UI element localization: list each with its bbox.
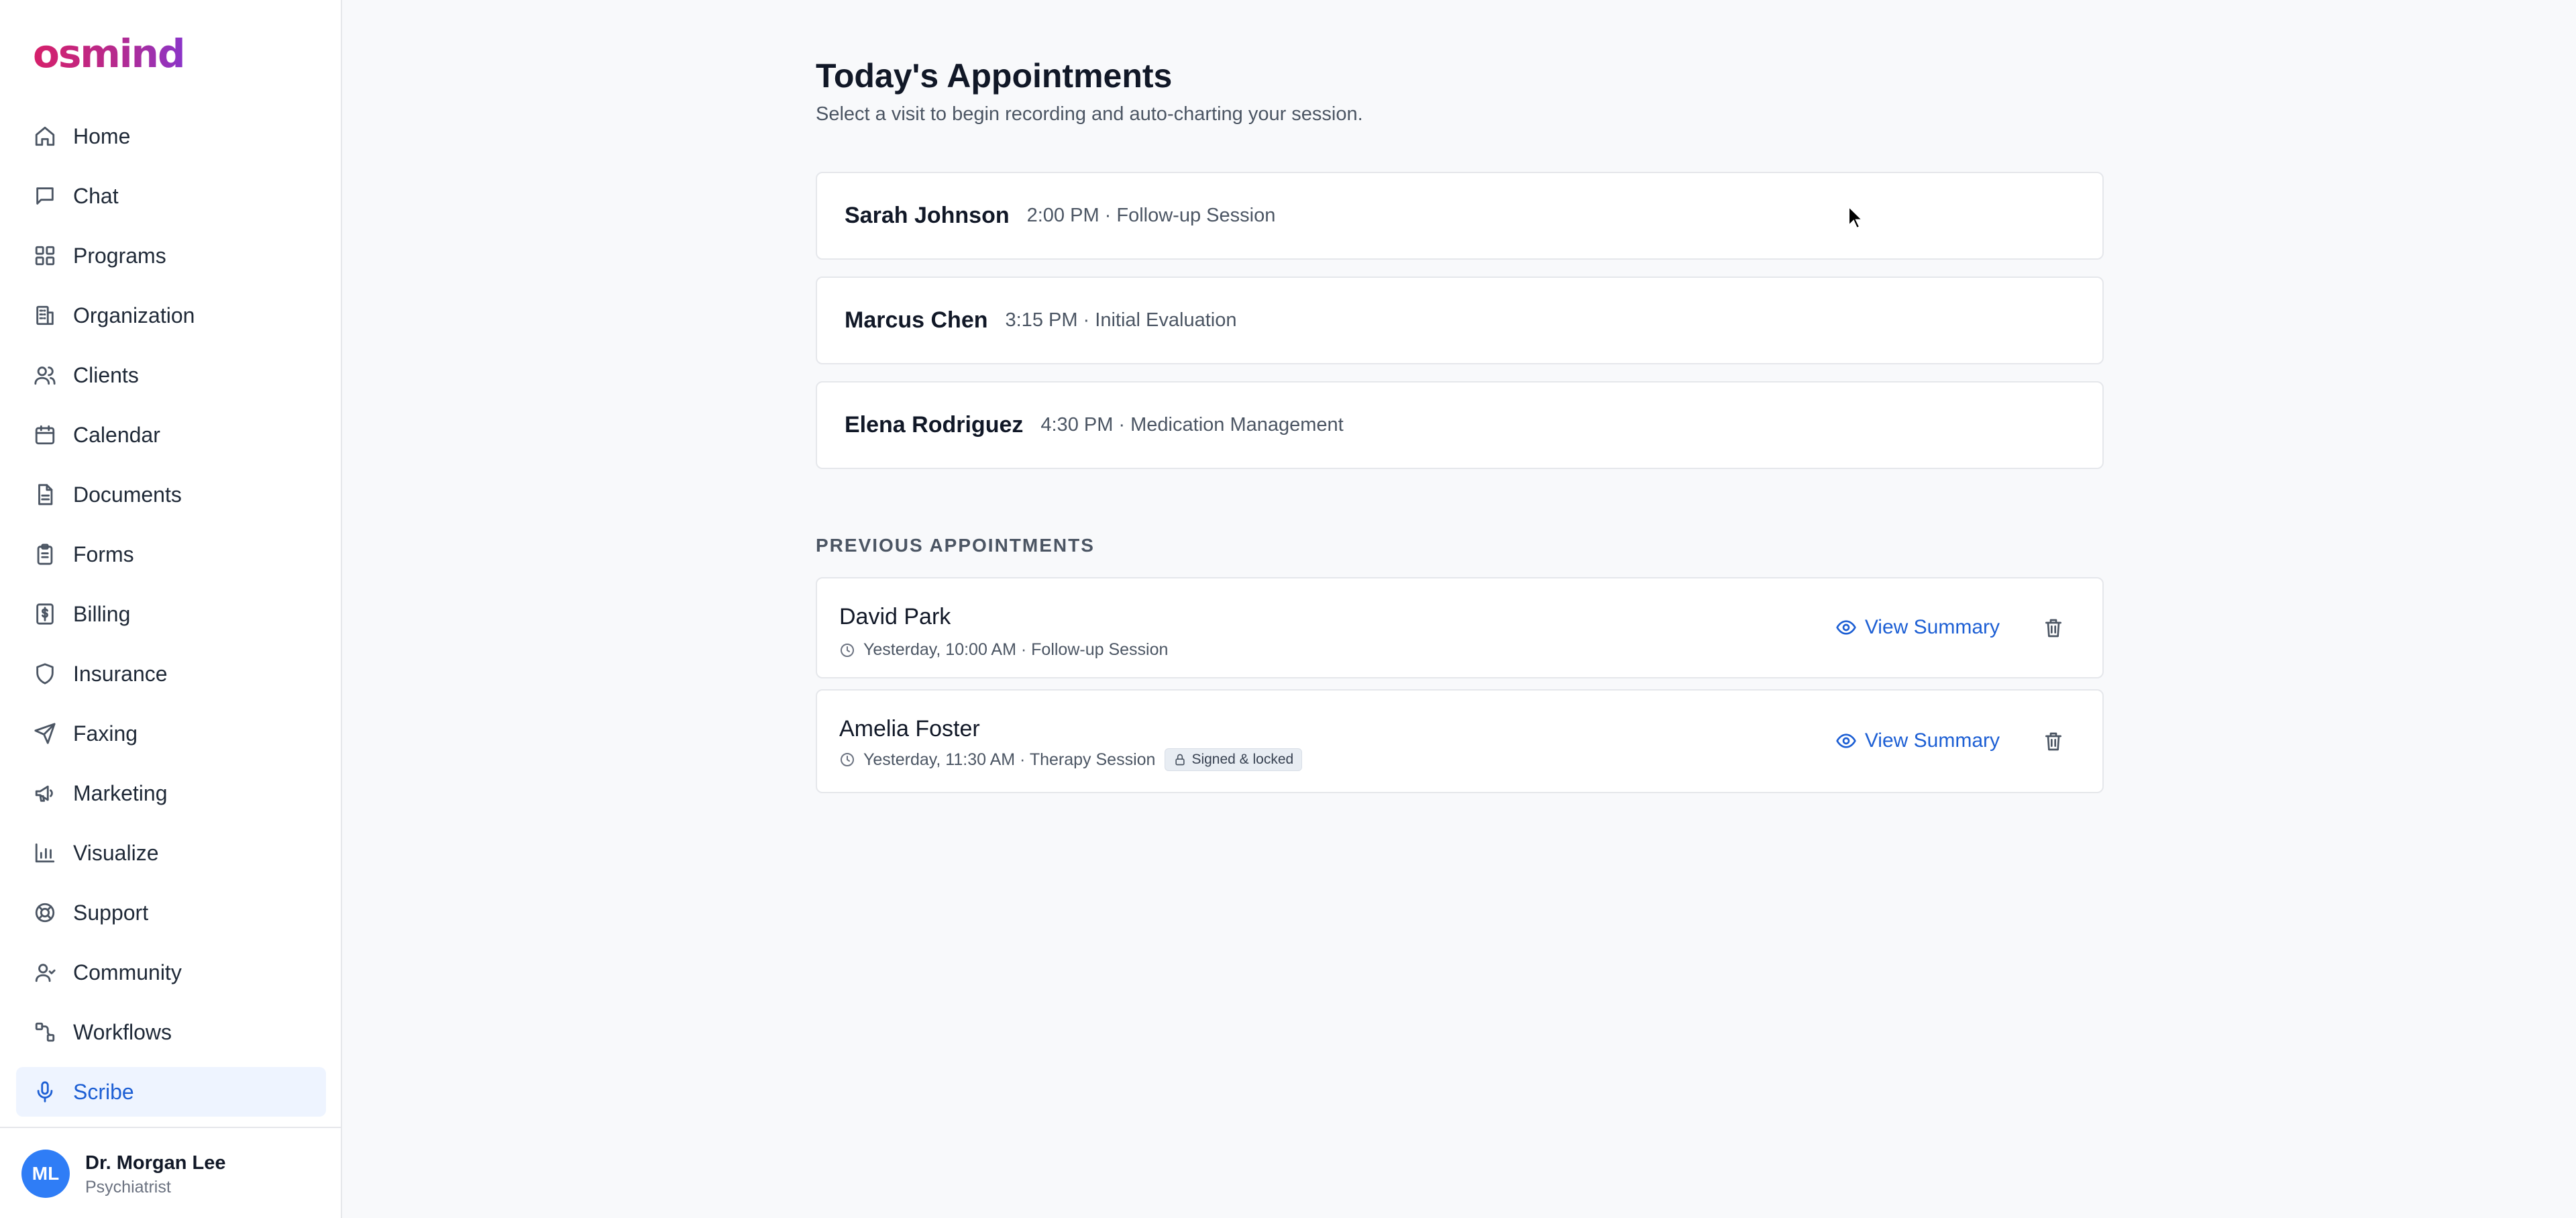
grid-icon [33,244,57,268]
sidebar-item-forms[interactable]: Forms [16,529,326,579]
sidebar-item-clients[interactable]: Clients [16,350,326,400]
sidebar-item-chat[interactable]: Chat [16,171,326,221]
sidebar-nav: Home Chat Programs Organization Clients … [16,111,326,1127]
eye-icon [1835,730,1865,752]
chat-icon [33,184,57,208]
user-role: Psychiatrist [85,1178,171,1197]
user-name: Dr. Morgan Lee [85,1152,226,1174]
home-icon [33,124,57,148]
microphone-icon [33,1080,57,1104]
appointment-meta: Yesterday, 11:30 AM · Therapy Session Si… [839,748,1303,771]
sidebar-item-marketing[interactable]: Marketing [16,768,326,818]
signed-locked-badge: Signed & locked [1165,748,1303,771]
appointment-card[interactable]: Sarah Johnson 2:00 PM · Follow-up Sessio… [816,172,2104,260]
delete-button[interactable] [2041,616,2065,640]
appointment-meta-text: Yesterday, 11:30 AM · Therapy Session [863,750,1156,769]
sidebar-item-faxing[interactable]: Faxing [16,709,326,758]
view-summary-button[interactable]: View Summary [1835,616,2000,639]
sidebar-item-documents[interactable]: Documents [16,470,326,519]
patient-name: Elena Rodriguez [845,412,1024,438]
sidebar-item-label: Documents [73,482,182,507]
sidebar-item-label: Faxing [73,721,138,746]
users-icon [33,363,57,387]
sidebar-item-visualize[interactable]: Visualize [16,828,326,878]
sidebar-item-label: Insurance [73,661,168,686]
clock-icon [839,642,855,658]
appointment-meta: 3:15 PM · Initial Evaluation [1005,309,1237,331]
sidebar-item-label: Scribe [73,1079,134,1104]
eye-icon [1835,617,1865,638]
appointment-meta: 4:30 PM · Medication Management [1040,414,1344,436]
view-summary-label: View Summary [1864,616,2000,638]
document-icon [33,483,57,507]
sidebar-item-label: Billing [73,601,131,626]
badge-label: Signed & locked [1191,752,1294,767]
trash-icon [2043,617,2064,639]
building-icon [33,303,57,327]
sidebar-item-support[interactable]: Support [16,888,326,937]
previous-appointment-card: David Park Yesterday, 10:00 AM · Follow-… [816,577,2104,678]
sidebar-item-label: Marketing [73,780,168,805]
user-icon [33,960,57,984]
sidebar-item-workflows[interactable]: Workflows [16,1007,326,1057]
sidebar-item-scribe[interactable]: Scribe [16,1067,326,1117]
view-summary-label: View Summary [1864,729,2000,752]
sidebar-item-label: Clients [73,362,139,387]
patient-name: Amelia Foster [839,716,980,742]
sidebar-item-label: Community [73,960,182,984]
megaphone-icon [33,781,57,805]
appointment-card[interactable]: Elena Rodriguez 4:30 PM · Medication Man… [816,381,2104,469]
dollar-receipt-icon [33,602,57,626]
send-icon [33,721,57,746]
appointment-meta: 2:00 PM · Follow-up Session [1026,205,1276,226]
sidebar-item-label: Calendar [73,422,160,447]
previous-appointments-heading: PREVIOUS APPOINTMENTS [816,535,1095,556]
previous-appointment-card: Amelia Foster Yesterday, 11:30 AM · Ther… [816,689,2104,793]
shield-icon [33,662,57,686]
sidebar-item-label: Forms [73,542,134,566]
appointment-meta-text: Yesterday, 10:00 AM · Follow-up Session [863,640,1169,659]
sidebar-item-home[interactable]: Home [16,111,326,161]
page-title: Today's Appointments [816,57,1173,95]
sidebar-item-organization[interactable]: Organization [16,291,326,340]
page-subtitle: Select a visit to begin recording and au… [816,103,1363,125]
delete-button[interactable] [2041,729,2065,754]
calendar-icon [33,423,57,447]
sidebar-item-billing[interactable]: Billing [16,589,326,639]
sidebar-item-label: Workflows [73,1019,172,1044]
avatar: ML [21,1150,70,1198]
appointment-meta: Yesterday, 10:00 AM · Follow-up Session [839,640,1168,660]
view-summary-button[interactable]: View Summary [1835,729,2000,752]
mouse-cursor-icon [1848,205,1864,230]
bar-chart-icon [33,841,57,865]
clock-icon [839,752,855,768]
sidebar-item-label: Support [73,900,149,925]
sidebar-item-label: Chat [73,183,119,208]
appointment-card[interactable]: Marcus Chen 3:15 PM · Initial Evaluation [816,276,2104,364]
osmind-logo[interactable]: osmind [33,31,185,77]
lock-icon [1173,753,1191,766]
sidebar-item-label: Organization [73,303,195,327]
trash-icon [2043,731,2064,752]
sidebar-item-community[interactable]: Community [16,948,326,997]
patient-name: David Park [839,604,951,629]
sidebar-item-programs[interactable]: Programs [16,231,326,281]
sidebar: osmind Home Chat Programs Organization C… [0,0,342,1218]
sidebar-item-calendar[interactable]: Calendar [16,410,326,460]
patient-name: Marcus Chen [845,307,988,333]
user-profile[interactable]: ML Dr. Morgan Lee Psychiatrist [0,1127,341,1218]
sidebar-item-insurance[interactable]: Insurance [16,649,326,699]
sidebar-item-label: Programs [73,243,166,268]
lifebuoy-icon [33,901,57,925]
workflow-icon [33,1020,57,1044]
patient-name: Sarah Johnson [845,203,1010,228]
sidebar-item-label: Home [73,123,131,148]
clipboard-icon [33,542,57,566]
sidebar-item-label: Visualize [73,840,159,865]
